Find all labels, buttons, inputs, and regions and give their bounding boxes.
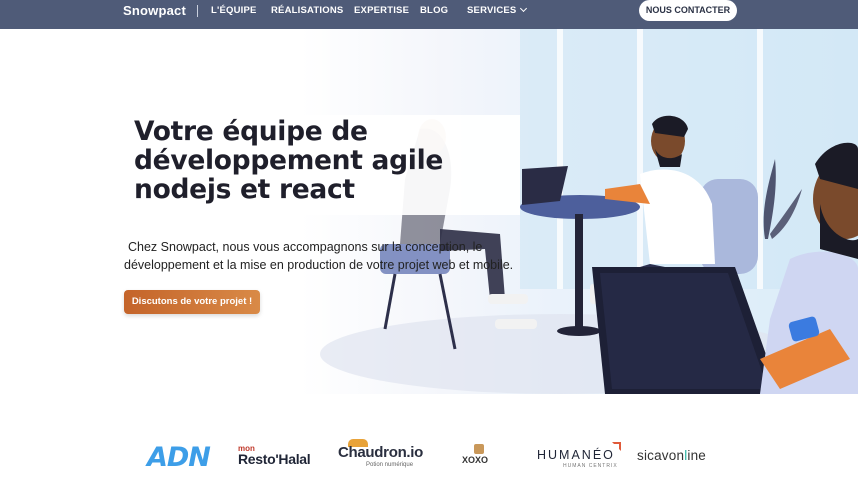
logo-humaneo-tagline: HUMAN CENTRIX — [563, 463, 618, 469]
logo-resto-halal: Resto'Halal — [238, 451, 311, 467]
nav-divider — [197, 5, 198, 17]
chevron-down-icon — [520, 4, 528, 13]
logo-sicavonline: sicavonline — [637, 448, 706, 463]
nav-link-equipe[interactable]: L'ÉQUIPE — [211, 5, 257, 16]
logo-chaudron: Chaudron.io — [338, 444, 424, 461]
logo-adn: ADN — [147, 442, 211, 473]
humaneo-mark-icon — [612, 442, 621, 451]
hero-title: Votre équipe de développement agile node… — [134, 116, 444, 205]
logo-humaneo: HUMANÉO — [537, 448, 615, 462]
nav-link-services[interactable]: SERVICES — [467, 4, 528, 16]
nav-link-expertise[interactable]: EXPERTISE — [354, 5, 409, 16]
hero-subtitle: Chez Snowpact, nous vous accompagnons su… — [124, 240, 514, 272]
logo-xoxo: XOXO — [462, 455, 489, 465]
hero-section: Votre équipe de développement agile node… — [0, 29, 858, 394]
nav-link-blog[interactable]: BLOG — [420, 5, 448, 16]
xoxo-badge-icon — [474, 444, 484, 454]
discuss-project-button[interactable]: Discutons de votre projet ! — [124, 290, 260, 314]
brand-logo[interactable]: Snowpact — [123, 3, 186, 18]
top-navbar: Snowpact L'ÉQUIPE RÉALISATIONS EXPERTISE… — [0, 0, 858, 29]
logo-chaudron-tagline: Potion numérique — [366, 462, 414, 468]
logo-sicav-part-c: ine — [687, 448, 707, 463]
nav-link-services-label: SERVICES — [467, 5, 517, 16]
client-logos: ADN mon Resto'Halal Chaudron.io Potion n… — [0, 394, 858, 492]
nav-link-realisations[interactable]: RÉALISATIONS — [271, 5, 343, 16]
logo-sicav-part-a: sicavon — [637, 448, 685, 463]
contact-button[interactable]: NOUS CONTACTER — [639, 0, 737, 21]
